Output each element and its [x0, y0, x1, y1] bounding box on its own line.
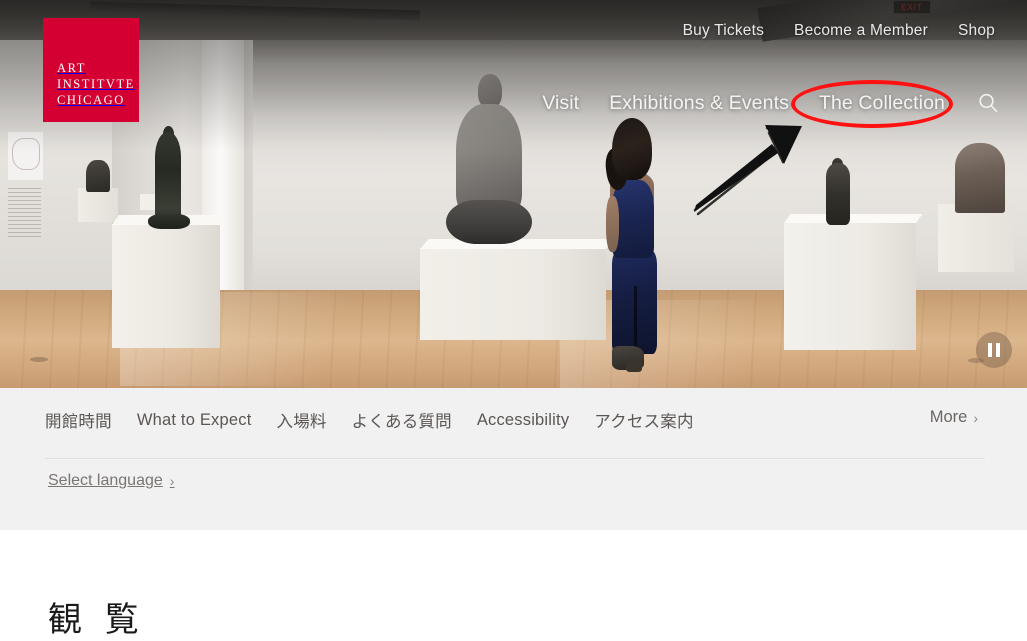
pedestal-left [112, 224, 220, 348]
pause-bar-left [988, 343, 992, 357]
nav-link-visit[interactable]: Visit [542, 92, 579, 115]
pedestal-right [784, 222, 916, 350]
annotation-arrow [693, 125, 802, 216]
utility-nav: Buy Tickets Become a Member Shop [683, 22, 995, 40]
utility-link-become-a-member[interactable]: Become a Member [794, 22, 928, 40]
select-language-label: Select language [48, 472, 163, 489]
subnav-link-what-to-expect[interactable]: What to Expect [137, 411, 252, 430]
sculpture-stone-stele [955, 143, 1005, 213]
subnav-link-directions[interactable]: アクセス案内 [594, 408, 693, 432]
page-content: 観 覧 [0, 530, 1027, 641]
subnav-more-button[interactable]: More › [930, 408, 978, 427]
subnav-link-faq[interactable]: よくある質問 [352, 408, 452, 432]
site-logo[interactable]: ART INSTITVTE CHICAGO [43, 18, 139, 122]
gallery-visitor [600, 118, 662, 372]
wall-label-text [8, 188, 41, 240]
subnav-more-label: More [929, 408, 968, 426]
pedestal-center [420, 248, 606, 340]
floor-marking-left [30, 357, 48, 362]
utility-link-shop[interactable]: Shop [958, 22, 995, 40]
hero-banner: EXIT [0, 0, 1027, 388]
visitor-arm [606, 196, 619, 252]
logo-line-2: INSTITVTE [57, 77, 135, 91]
chevron-right-icon: › [169, 473, 175, 489]
chevron-right-icon: › [973, 409, 978, 426]
secondary-nav-band: 開館時間 What to Expect 入場料 よくある質問 Accessibi… [0, 388, 1027, 530]
subnav-link-hours[interactable]: 開館時間 [45, 408, 112, 432]
utility-link-buy-tickets[interactable]: Buy Tickets [683, 22, 764, 40]
sculpture-bronze-figure [826, 163, 850, 225]
language-selector-row: Select language › [48, 472, 174, 490]
logo-line-3: CHICAGO [57, 93, 125, 107]
subnav-link-accessibility[interactable]: Accessibility [477, 411, 569, 430]
logo-line-1: ART [57, 61, 86, 75]
sculpture-standing-buddha-base [148, 214, 190, 229]
sculpture-relief-left [86, 160, 110, 192]
pedestal-wall-shelf [78, 188, 118, 222]
hero-gallery-photo: EXIT [0, 0, 1027, 388]
nav-link-the-collection[interactable]: The Collection [819, 92, 945, 115]
search-icon[interactable] [975, 90, 1001, 116]
subnav-divider [45, 458, 985, 459]
secondary-nav: 開館時間 What to Expect 入場料 よくある質問 Accessibi… [45, 408, 1001, 432]
pause-bar-right [996, 343, 1000, 357]
secondary-nav-links: 開館時間 What to Expect 入場料 よくある質問 Accessibi… [45, 408, 694, 432]
page-root: EXIT [0, 0, 1027, 641]
main-nav: Visit Exhibitions & Events The Collectio… [542, 90, 1001, 116]
visitor-shoe-heel [626, 358, 642, 372]
pause-icon[interactable] [976, 332, 1012, 368]
nav-link-exhibitions-events[interactable]: Exhibitions & Events [609, 92, 789, 115]
select-language-button[interactable]: Select language › [48, 472, 174, 490]
page-title: 観 覧 [48, 600, 145, 640]
subnav-link-admission[interactable]: 入場料 [277, 408, 327, 432]
seated-buddha-lap [446, 200, 532, 244]
pedestal-far-right [938, 204, 1014, 272]
visitor-trousers-seam [634, 286, 637, 354]
